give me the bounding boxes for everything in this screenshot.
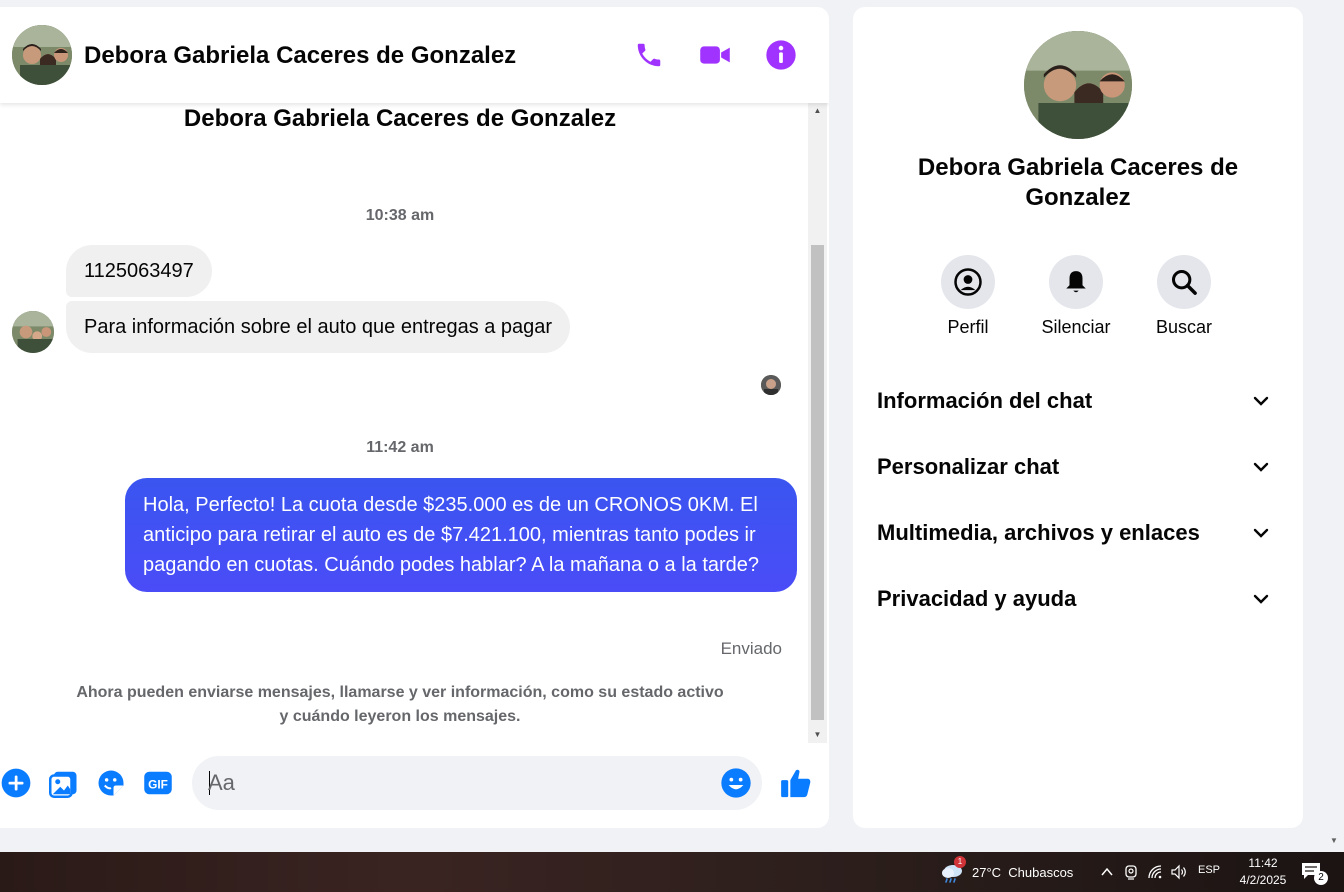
contact-name[interactable]: Debora Gabriela Caceres de Gonzalez [84,42,516,70]
customize-chat-section[interactable]: Personalizar chat [861,439,1295,495]
plus-icon [1,768,31,798]
incoming-message[interactable]: Para información sobre el auto que entre… [66,301,571,353]
conversation-details-panel: Debora Gabriela Caceres de Gonzalez Perf… [853,7,1303,828]
wifi-icon [1148,865,1162,879]
seen-photo [761,375,781,395]
chat-header: Debora Gabriela Caceres de Gonzalez [0,7,829,103]
bell-icon [1066,271,1086,293]
clock-time: 11:42 [1248,856,1278,870]
section-label: Información del chat [877,388,1093,413]
contact-avatar[interactable] [12,25,72,85]
taskbar: 1 27°C Chubascos ESP 11:42 4/2/2025 2 [0,852,1344,892]
chat-panel: Debora Gabriela Caceres de Gonzalez Debo… [0,7,829,828]
search-button-circle [1157,255,1211,309]
sticker-button[interactable] [95,767,127,799]
details-avatar[interactable] [1024,31,1132,139]
info-icon [766,40,796,70]
weather-badge: 1 [954,856,966,868]
timestamp: 10:38 am [365,207,435,224]
mute-button[interactable]: Silenciar [1030,255,1122,338]
like-button[interactable] [778,765,814,801]
scroll-up-arrow[interactable]: ▲ [808,103,827,119]
outgoing-message[interactable]: Hola, Perfecto! La cuota desde $235.000 … [125,478,797,592]
section-label: Multimedia, archivos y enlaces [877,520,1200,545]
sender-avatar[interactable] [12,311,54,353]
attach-image-button[interactable] [48,767,80,799]
conversation-top-name: Debora Gabriela Caceres de Gonzalez [183,105,617,132]
profile-icon [954,268,982,296]
weather-icon: 1 [940,856,966,884]
like-icon [781,769,811,798]
network-button[interactable] [1146,863,1164,881]
gif-label: GIF [148,778,168,792]
weather-text: 27°C Chubascos [972,864,1074,880]
scroll-down-arrow[interactable]: ▼ [808,727,827,743]
chevron-up-icon [1101,867,1113,876]
privacy-support-section[interactable]: Privacidad y ayuda [861,571,1295,627]
conversation-info-button[interactable] [763,37,799,73]
gif-icon: GIF [144,771,172,795]
chevron-down-icon [1253,462,1269,472]
profile-label: Perfil [947,317,989,337]
emoji-icon [721,768,751,798]
more-actions-button[interactable] [0,767,32,799]
search-button[interactable]: Buscar [1138,255,1230,338]
search-icon [1171,269,1197,295]
details-photo [1024,31,1132,139]
chevron-down-icon [1253,528,1269,538]
webcam-icon [1125,865,1137,880]
sticker-icon [98,770,124,796]
emoji-button[interactable] [720,767,752,799]
scroll-thumb[interactable] [811,245,824,720]
media-files-links-section[interactable]: Multimedia, archivos y enlaces [861,505,1295,561]
timestamp: 11:42 am [366,439,434,456]
clock[interactable]: 11:42 4/2/2025 [1232,855,1294,889]
notification-center-button[interactable]: 2 [1300,861,1328,885]
search-label: Buscar [1155,317,1213,337]
privacy-notice: Ahora pueden enviarse mensajes, llamarse… [76,684,724,725]
speaker-icon [1171,864,1186,880]
section-label: Personalizar chat [877,454,1060,479]
incoming-message[interactable]: 1125063497 [66,245,212,297]
profile-button[interactable]: Perfil [922,255,1014,338]
clock-date: 4/2/2025 [1239,873,1287,887]
seen-indicator-avatar [761,375,781,395]
call-button[interactable] [631,37,667,73]
sender-photo [12,311,54,353]
notification-count: 2 [1314,871,1328,885]
message-input-container[interactable] [192,756,762,810]
meet-now-button[interactable] [1122,863,1140,881]
chat-info-section[interactable]: Información del chat [861,373,1295,429]
input-language[interactable]: ESP [1198,864,1220,876]
mute-label: Silenciar [1041,317,1111,337]
image-icon [49,771,77,798]
show-hidden-icons-button[interactable] [1098,863,1116,881]
video-icon [700,46,730,64]
video-call-button[interactable] [697,37,733,73]
message-input[interactable] [208,756,698,810]
message-list[interactable]: Debora Gabriela Caceres de Gonzalez 10:3… [0,103,808,743]
message-scrollbar[interactable]: ▲ ▼ [808,103,827,743]
message-status: Enviado [720,639,782,658]
section-label: Privacidad y ayuda [877,586,1077,611]
mute-button-circle [1049,255,1103,309]
details-contact-name: Debora Gabriela Caceres de Gonzalez [917,154,1239,211]
profile-button-circle [941,255,995,309]
weather-widget[interactable]: 1 27°C Chubascos [940,856,1074,884]
chevron-down-icon [1253,594,1269,604]
phone-icon [637,43,661,67]
page-scroll-down-arrow[interactable]: ▼ [1330,836,1338,845]
chevron-down-icon [1253,396,1269,406]
volume-button[interactable] [1170,863,1188,881]
gif-button[interactable]: GIF [142,767,174,799]
composer: GIF [0,743,829,828]
contact-photo [12,25,72,85]
